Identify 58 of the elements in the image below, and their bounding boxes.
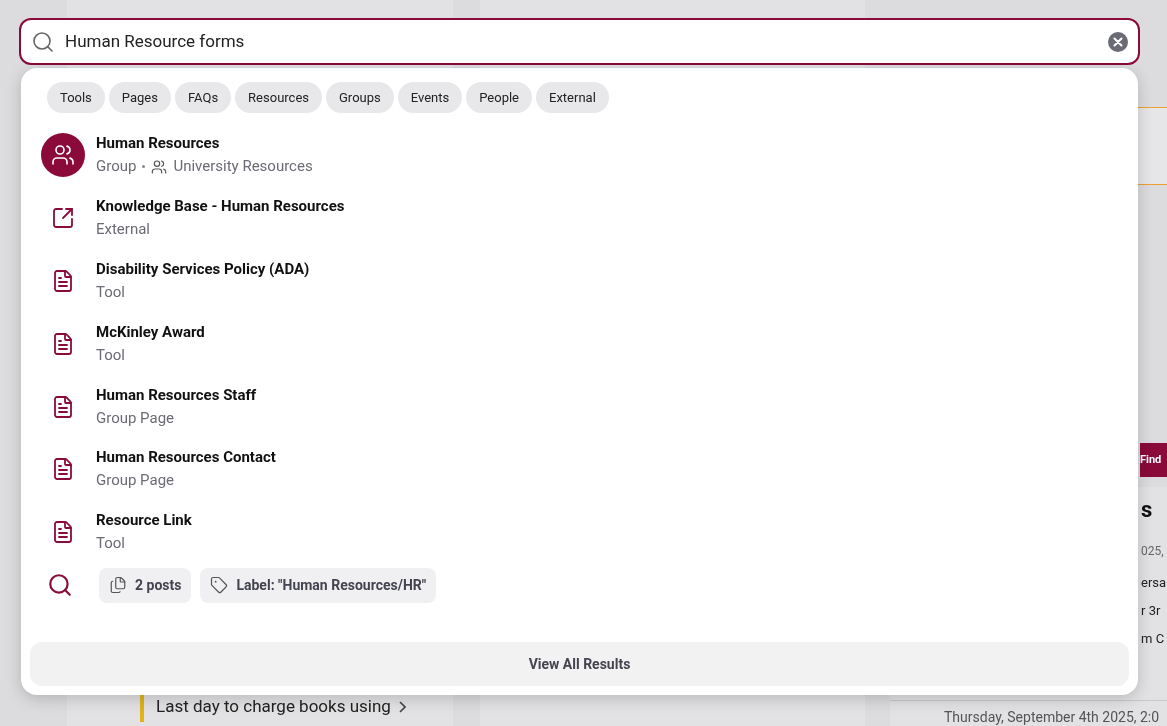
result-item[interactable]: Human Resources Contact Group Page [30,438,1129,501]
label-chip[interactable]: Label: "Human Resources/HR" [200,567,437,603]
search-icon [31,29,55,54]
posts-chip[interactable]: 2 posts [99,567,192,603]
document-icon [51,457,75,482]
group-avatar-icon [41,133,85,178]
filter-chip[interactable]: FAQs [174,82,232,113]
result-item[interactable]: Disability Services Policy (ADA) Tool [30,249,1129,313]
result-type: Tool [96,282,125,303]
find-button[interactable]: Find [1140,443,1167,477]
event-text: ersa [1141,574,1167,592]
result-type: External [96,219,150,241]
view-all-button[interactable]: View All Results [30,642,1129,686]
result-title: Human Resources [96,133,221,155]
filter-chip[interactable]: Groups [326,82,394,113]
document-icon [51,269,75,293]
event-text: m C [1141,630,1166,648]
result-type: Tool [96,344,125,366]
document-icon [51,394,75,419]
clear-icon[interactable] [1108,31,1128,52]
result-type: Tool [96,533,125,555]
posts-icon [109,576,127,595]
filter-chip[interactable]: Resources [235,82,322,113]
result-item[interactable]: Human Resources Group University Resources [30,124,1129,187]
filter-chip[interactable]: People [466,82,532,113]
search-field[interactable]: Human Resource forms [65,28,1098,55]
panel-heading: s [1141,496,1154,524]
result-item[interactable]: McKinley Award Tool [30,312,1129,376]
result-category: University Resources [173,156,313,178]
document-icon [51,520,75,545]
event-text: r 3r [1141,602,1162,620]
result-title: Human Resources Staff [96,384,257,406]
separator-dot-icon [142,165,146,169]
event-link[interactable]: Last day to charge books using [156,694,391,720]
filter-chip[interactable]: Tools [47,82,105,113]
chevron-right-icon [398,701,406,713]
event-date: 025, [1141,543,1165,560]
search-bar[interactable]: Human Resource forms [19,18,1140,65]
document-icon [51,331,75,356]
result-title: Disability Services Policy (ADA) [96,259,310,280]
filter-chip[interactable]: Events [397,82,463,113]
result-type: Group Page [96,407,175,429]
result-title: Knowledge Base - Human Resources [96,196,345,218]
filter-chip[interactable]: Pages [108,82,171,113]
external-link-icon [51,206,75,231]
result-title: McKinley Award [96,321,205,343]
result-type: Group [96,156,137,178]
result-type: Group Page [96,470,175,492]
result-title: Resource Link [96,510,192,532]
result-title: Human Resources Contact [96,447,276,469]
result-item[interactable]: Resource Link Tool [30,500,1129,564]
result-item[interactable]: Knowledge Base - Human Resources External [30,186,1129,250]
tag-icon [210,576,229,595]
people-icon [151,158,168,175]
filter-chip[interactable]: External [536,82,609,113]
search-icon [47,572,73,599]
event-date: Thursday, September 4th 2025, 2:0 [944,709,1160,725]
result-item[interactable]: Human Resources Staff Group Page [30,375,1129,438]
